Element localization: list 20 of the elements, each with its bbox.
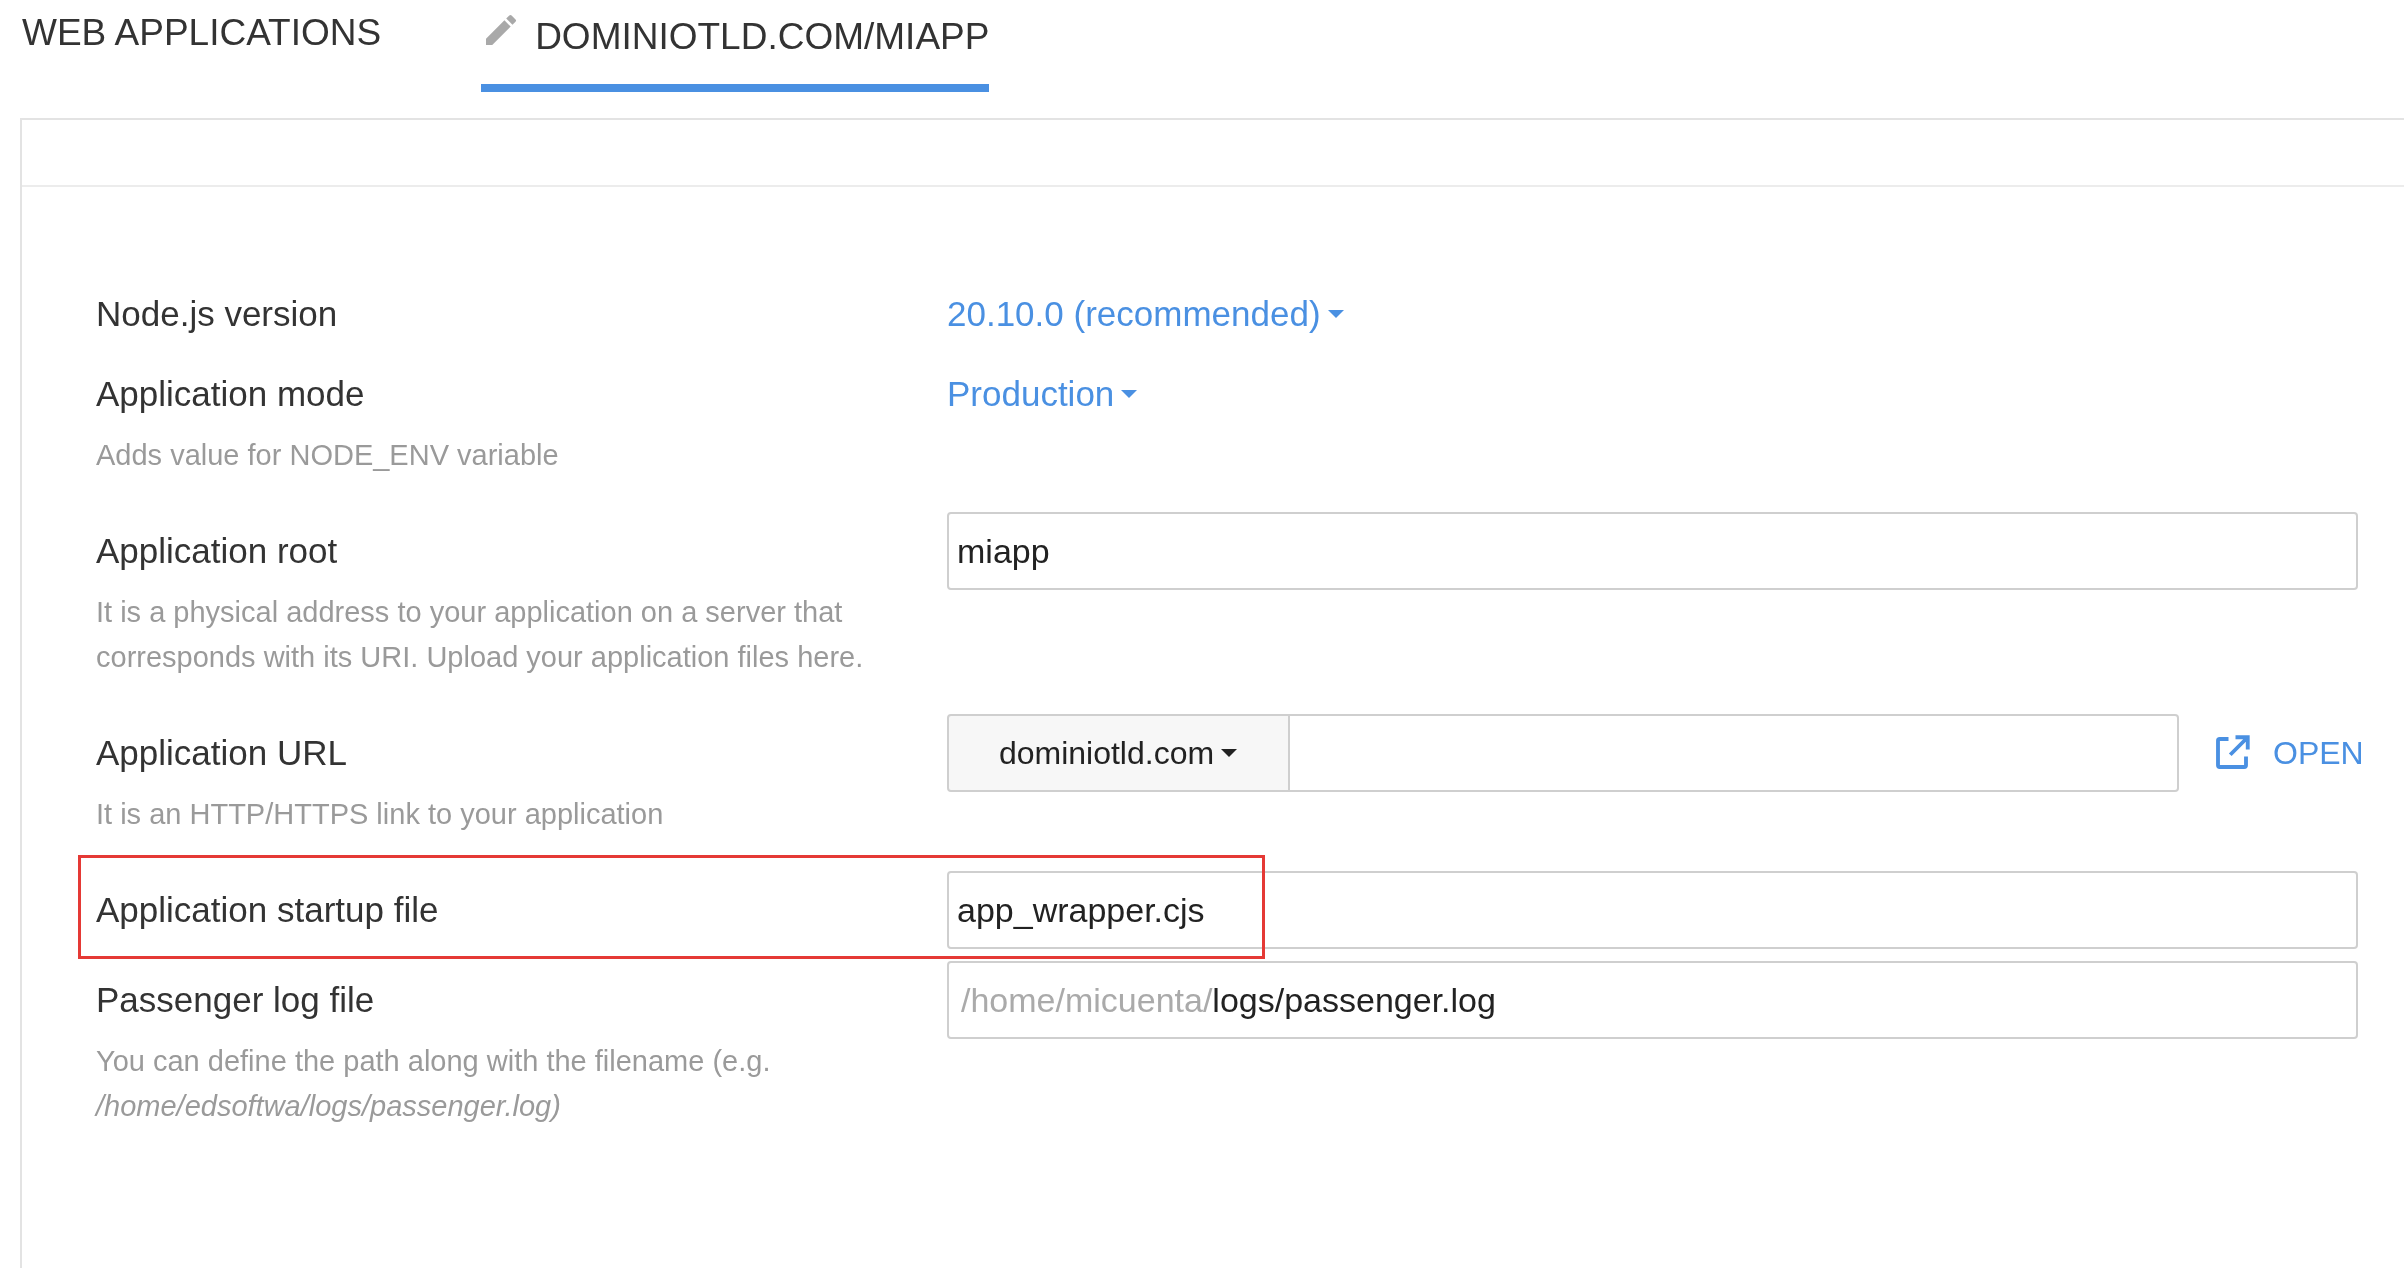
field-hint: Adds value for NODE_ENV variable — [96, 438, 560, 473]
field-label: Application mode — [96, 372, 366, 415]
field-label: Passenger log file — [96, 978, 376, 1021]
field-hint: You can define the path along with the filename (e.g. /home/edsoftwa/logs/passenger.log) — [96, 1044, 772, 1124]
field-hint: It is a physical address to your application on a server that corresponds with its URI. Upload your application files here. — [96, 595, 865, 675]
field-label: Node.js version — [96, 292, 339, 335]
tab[interactable]: DOMINIOTLD.COM/MIAPP — [481, 0, 990, 92]
field-label: Application URL — [96, 731, 348, 774]
field-hint: It is an HTTP/HTTPS link to your application — [96, 797, 665, 832]
domain-dropdown[interactable]: dominiotld.com — [947, 714, 1290, 792]
field-label: Application root — [96, 529, 339, 572]
caret-icon — [1120, 389, 1139, 399]
caret-icon — [1326, 309, 1345, 319]
input-field[interactable]: miapp — [947, 512, 2358, 590]
tab[interactable]: WEB APPLICATIONS — [22, 0, 382, 92]
caret-icon — [1220, 748, 1239, 758]
input-field[interactable]: app_wrapper.cjs — [947, 871, 2358, 949]
field-label: Application startup file — [96, 888, 440, 931]
url-input[interactable] — [1290, 714, 2179, 792]
input-field[interactable]: /home/micuenta/logs/passenger.log — [947, 961, 2358, 1039]
